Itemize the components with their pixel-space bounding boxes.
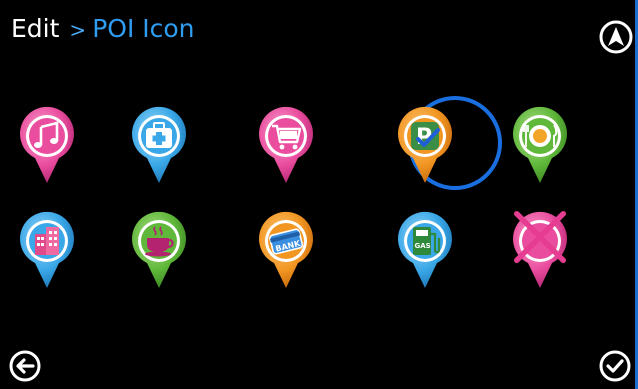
cross-out-icon	[514, 211, 566, 263]
confirm-button[interactable]	[598, 349, 632, 383]
restaurant-poi-pin[interactable]	[510, 106, 570, 184]
building-poi-pin[interactable]	[17, 211, 77, 289]
first-aid-kit-icon	[140, 117, 178, 155]
cafe-poi-pin[interactable]	[129, 211, 189, 289]
shopping-cart-icon	[267, 117, 305, 155]
bank-poi-pin[interactable]: BANK	[256, 211, 316, 289]
parking-poi-pin[interactable]: P	[395, 106, 455, 184]
back-button[interactable]	[8, 349, 42, 383]
gas-pump-icon: GAS	[406, 222, 444, 260]
back-arrow-icon	[9, 350, 41, 382]
office-building-icon	[28, 222, 66, 260]
checkmark-icon	[599, 350, 631, 382]
plate-cutlery-icon	[521, 117, 559, 155]
navigation-button[interactable]	[599, 20, 633, 54]
coffee-cup-icon	[140, 222, 178, 260]
shopping-poi-pin[interactable]	[256, 106, 316, 184]
hospital-poi-pin[interactable]	[129, 106, 189, 184]
music-poi-pin[interactable]	[17, 106, 77, 184]
breadcrumb-separator: >	[69, 18, 87, 42]
navigation-arrow-icon	[599, 20, 633, 54]
page-title: POI Icon	[92, 14, 195, 43]
breadcrumb: Edit > POI Icon	[11, 14, 195, 48]
bank-card-icon: BANK	[267, 222, 305, 260]
gas-poi-pin[interactable]: GAS	[395, 211, 455, 289]
svg-text:GAS: GAS	[415, 242, 431, 250]
screen-frame	[0, 0, 638, 389]
parking-checked-icon: P	[406, 117, 444, 155]
music-note-icon	[28, 117, 66, 155]
breadcrumb-edit[interactable]: Edit	[11, 14, 59, 43]
no-icon-poi-pin[interactable]	[510, 211, 570, 289]
